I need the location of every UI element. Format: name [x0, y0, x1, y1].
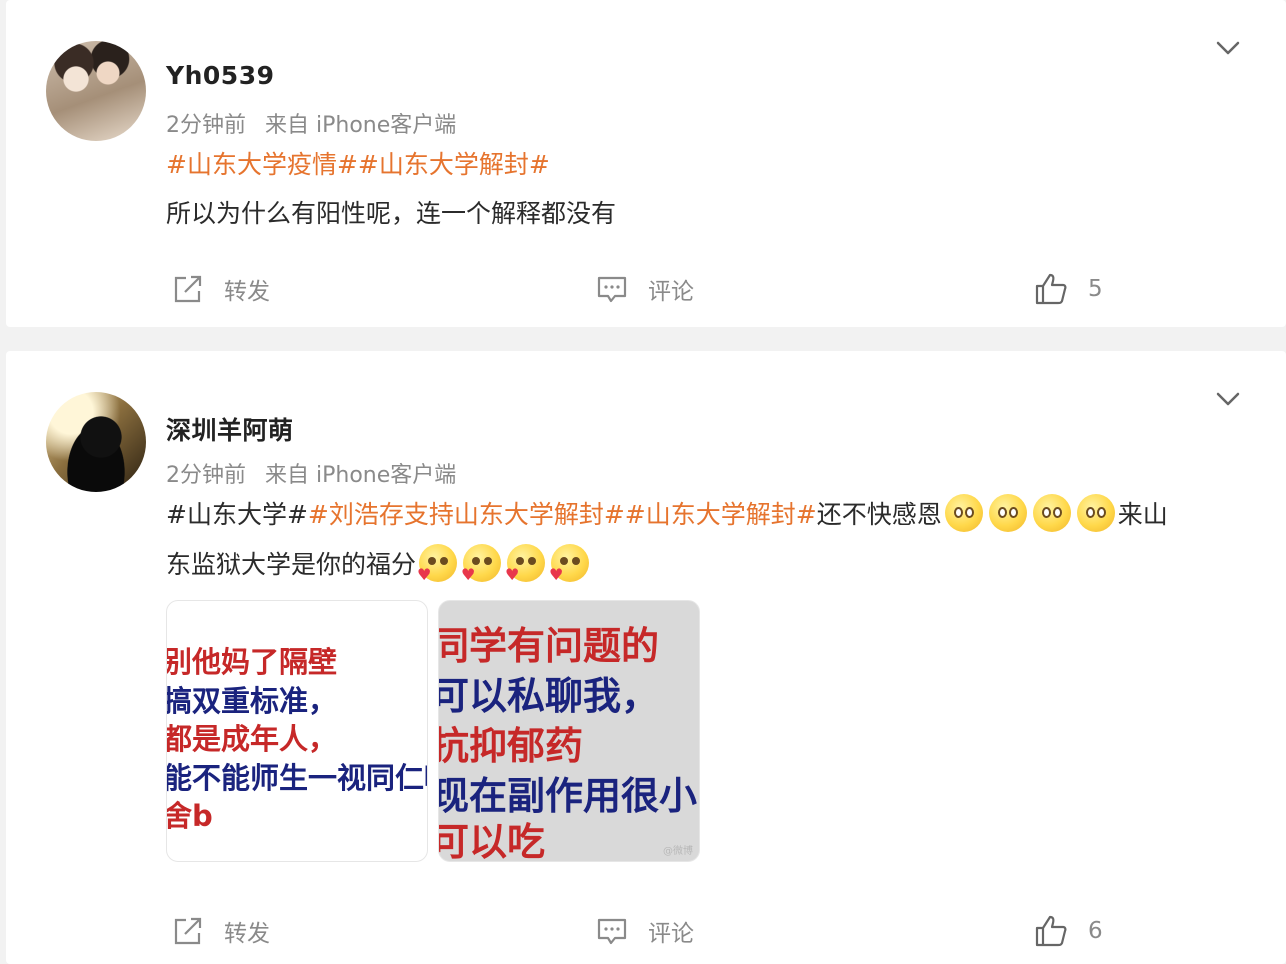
emoji-love-icon: ♥ — [417, 544, 458, 583]
post-source: 来自 iPhone客户端 — [265, 463, 457, 488]
post-image[interactable]: 同学有问题的 可以私聊我， 抗抑郁药 现在副作用很小 可以吃 @微博 — [438, 600, 700, 862]
like-count: 5 — [1088, 276, 1103, 302]
post-card: Yh0539 2分钟前 来自 iPhone客户端 #山东大学疫情##山东大学解封… — [6, 0, 1286, 327]
username[interactable]: Yh0539 — [166, 61, 274, 90]
image-watermark: @微博 — [663, 846, 693, 857]
like-icon — [1035, 273, 1067, 305]
comment-button[interactable]: 评论 — [596, 914, 694, 948]
post-text-line2: 东监狱大学是你的福分 ♥ ♥ ♥ ♥ — [166, 540, 592, 590]
comment-button[interactable]: 评论 — [596, 272, 694, 306]
post-meta: 2分钟前 来自 iPhone客户端 — [166, 107, 468, 139]
comment-label: 评论 — [648, 279, 694, 305]
image-text-line: 可以私聊我， — [438, 674, 660, 718]
repost-label: 转发 — [224, 279, 270, 305]
avatar[interactable] — [46, 41, 146, 141]
post-time: 2分钟前 — [166, 113, 246, 138]
image-text-line: 别他妈了隔壁 — [166, 645, 338, 679]
repost-icon — [174, 917, 202, 945]
chevron-down-icon[interactable] — [1214, 34, 1242, 62]
post-time: 2分钟前 — [166, 463, 246, 488]
image-text-line: 抗抑郁药 — [438, 724, 584, 768]
chevron-down-icon[interactable] — [1214, 385, 1242, 413]
image-text-line: 搞双重标准， — [166, 684, 338, 718]
post-text-segment: 来山 — [1117, 500, 1168, 529]
post-image[interactable]: 别他妈了隔壁 搞双重标准， 都是成年人， 能不能师生一视同仁呢 舍b — [166, 600, 428, 862]
post-meta: 2分钟前 来自 iPhone客户端 — [166, 457, 468, 489]
hashtag-link[interactable]: #山东大学# — [166, 500, 308, 529]
image-text-line: 同学有问题的 — [438, 624, 660, 668]
emoji-love-icon: ♥ — [549, 544, 590, 583]
username[interactable]: 深圳羊阿萌 — [166, 411, 294, 447]
image-text-line: 舍b — [166, 799, 213, 833]
post-source: 来自 iPhone客户端 — [265, 113, 457, 138]
post-tags: #山东大学疫情##山东大学解封# — [166, 140, 550, 190]
emoji-pleading-icon — [988, 494, 1027, 532]
post-card: 深圳羊阿萌 2分钟前 来自 iPhone客户端 #山东大学##刘浩存支持山东大学… — [6, 351, 1286, 964]
image-text-line: 能不能师生一视同仁呢 — [166, 761, 428, 795]
like-button[interactable]: 5 — [1034, 272, 1103, 306]
comment-label: 评论 — [648, 921, 694, 947]
post-text: 所以为什么有阳性呢，连一个解释都没有 — [166, 199, 617, 228]
emoji-pleading-icon — [944, 494, 983, 532]
like-icon — [1035, 915, 1067, 947]
hashtag-link[interactable]: #山东大学疫情##山东大学解封# — [166, 150, 550, 179]
emoji-pleading-icon — [1076, 494, 1115, 532]
like-button[interactable]: 6 — [1034, 914, 1103, 948]
post-text-line1: #山东大学##刘浩存支持山东大学解封##山东大学解封#还不快感恩 来山 — [166, 490, 1168, 540]
avatar[interactable] — [46, 392, 146, 492]
image-text-line: 都是成年人， — [166, 722, 338, 756]
repost-label: 转发 — [224, 921, 270, 947]
repost-icon — [174, 275, 202, 303]
repost-button[interactable]: 转发 — [172, 914, 270, 948]
emoji-pleading-icon — [1032, 494, 1071, 532]
hashtag-link[interactable]: #刘浩存支持山东大学解封##山东大学解封# — [308, 500, 817, 529]
like-count: 6 — [1088, 918, 1103, 944]
comment-icon — [597, 918, 627, 945]
post-text-segment: 还不快感恩 — [816, 500, 942, 529]
emoji-love-icon: ♥ — [461, 544, 502, 583]
image-text-line: 可以吃 — [438, 820, 546, 862]
repost-button[interactable]: 转发 — [172, 272, 270, 306]
emoji-love-icon: ♥ — [505, 544, 546, 583]
comment-icon — [597, 276, 627, 303]
post-text-segment: 东监狱大学是你的福分 — [166, 550, 417, 579]
